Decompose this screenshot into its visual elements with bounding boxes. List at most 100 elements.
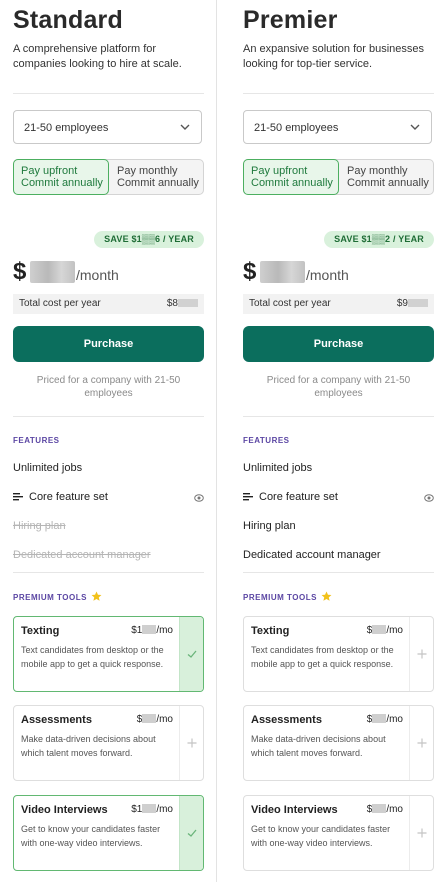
tool-toggle[interactable] [179,796,203,870]
price-redacted [142,714,157,723]
feature-unlimited-jobs: Unlimited jobs [243,462,313,474]
divider [243,572,434,573]
tool-price-suffix: /mo [386,804,403,815]
eye-icon[interactable] [424,493,434,503]
tool-card-video-interviews[interactable]: Video Interviews $/mo Get to know your c… [243,795,434,871]
premium-tools-title: PREMIUM TOOLS [243,591,332,602]
tool-price-suffix: /mo [386,625,403,636]
pay-monthly-option[interactable]: Pay monthly Commit annually [340,160,434,194]
tool-description: Get to know your candidates faster with … [251,824,391,848]
tool-toggle[interactable] [409,796,433,870]
tool-card-assessments[interactable]: Assessments $/mo Make data-driven decisi… [243,705,434,781]
pay-monthly-label: Pay monthly [117,165,178,177]
feature-hiring-plan: Hiring plan [243,520,296,532]
pay-upfront-label: Pay upfront [21,165,78,177]
pay-monthly-option[interactable]: Pay monthly Commit annually [110,160,204,194]
priced-note: Priced for a company with 21-50 employee… [36,375,181,399]
tool-price: $/mo [367,714,403,725]
purchase-button[interactable]: Purchase [243,326,434,362]
pricing-page: Standard A comprehensive platform for co… [0,0,446,882]
check-icon [187,650,197,658]
purchase-button[interactable]: Purchase [13,326,204,362]
feature-dedicated-account-manager: Dedicated account manager [243,549,381,561]
pay-upfront-sub: Commit annually [21,177,103,189]
list-icon [243,493,253,501]
total-cost-row: Total cost per year $9 [243,294,434,314]
tool-toggle[interactable] [179,617,203,691]
features-title: FEATURES [243,436,290,445]
tool-description: Make data-driven decisions about which t… [21,734,156,758]
pay-upfront-label: Pay upfront [251,165,308,177]
price-redacted [30,261,75,283]
tool-price: $1/mo [131,804,173,815]
tool-description: Make data-driven decisions about which t… [251,734,386,758]
pay-monthly-sub: Commit annually [347,177,429,189]
tool-price: $/mo [137,714,173,725]
total-cost-row: Total cost per year $8 [13,294,204,314]
employees-select[interactable]: 21-50 employees [243,110,432,144]
feature-hiring-plan: Hiring plan [13,520,66,532]
tool-price-suffix: /mo [156,625,173,636]
feature-unlimited-jobs: Unlimited jobs [13,462,83,474]
price-period: /month [306,267,349,283]
pay-monthly-sub: Commit annually [117,177,199,189]
feature-core-feature-set[interactable]: Core feature set [243,491,338,503]
price-period: /month [76,267,119,283]
price-currency: $ [243,258,257,285]
save-badge: SAVE $1▒▒6 / YEAR [94,231,204,248]
price-redacted [372,714,387,723]
divider [13,93,204,94]
total-cost-amount: $9 [397,294,428,314]
total-cost-prefix: $9 [396,298,408,309]
star-icon [91,591,102,601]
plus-icon [187,738,197,748]
tool-card-texting[interactable]: Texting $1/mo Text candidates from deskt… [13,616,204,692]
plan-description: A comprehensive platform for companies l… [13,43,182,70]
pay-upfront-sub: Commit annually [251,177,333,189]
tool-name: Video Interviews [21,804,108,816]
premium-tools-title: PREMIUM TOOLS [13,591,102,602]
pay-upfront-option[interactable]: Pay upfront Commit annually [243,159,339,195]
divider [243,93,434,94]
tool-card-assessments[interactable]: Assessments $/mo Make data-driven decisi… [13,705,204,781]
tool-description: Text candidates from desktop or the mobi… [21,645,164,669]
employees-select-value: 21-50 employees [254,122,339,134]
premium-tools-label: PREMIUM TOOLS [13,593,87,602]
tool-name: Assessments [21,714,92,726]
tool-card-texting[interactable]: Texting $/mo Text candidates from deskto… [243,616,434,692]
save-badge: SAVE $1▒▒2 / YEAR [324,231,434,248]
tool-price-prefix: $1 [131,625,143,636]
star-icon [321,591,332,601]
feature-core-feature-set[interactable]: Core feature set [13,491,108,503]
plan-title: Standard [13,6,123,34]
list-icon [13,493,23,501]
pay-upfront-option[interactable]: Pay upfront Commit annually [13,159,109,195]
divider [13,572,204,573]
tool-name: Assessments [251,714,322,726]
tool-toggle[interactable] [409,617,433,691]
priced-note: Priced for a company with 21-50 employee… [266,375,411,399]
total-cost-amount: $8 [167,294,198,314]
tool-price: $1/mo [131,625,173,636]
tool-price: $/mo [367,625,403,636]
tool-price-suffix: /mo [156,804,173,815]
billing-toggle: Pay upfront Commit annually Pay monthly … [13,159,204,195]
employees-select[interactable]: 21-50 employees [13,110,202,144]
tool-price-prefix: $1 [131,804,143,815]
plus-icon [417,649,427,659]
tool-price-suffix: /mo [156,714,173,725]
tool-toggle[interactable] [409,706,433,780]
check-icon [187,829,197,837]
price-redacted [260,261,305,283]
tool-card-video-interviews[interactable]: Video Interviews $1/mo Get to know your … [13,795,204,871]
tool-description: Get to know your candidates faster with … [21,824,161,848]
price-redacted [142,804,157,813]
feature-label: Core feature set [259,491,338,503]
tool-name: Texting [21,625,60,637]
eye-icon[interactable] [194,493,204,503]
plus-icon [417,738,427,748]
billing-toggle: Pay upfront Commit annually Pay monthly … [243,159,434,195]
tool-name: Video Interviews [251,804,338,816]
column-divider [216,0,217,882]
tool-toggle[interactable] [179,706,203,780]
